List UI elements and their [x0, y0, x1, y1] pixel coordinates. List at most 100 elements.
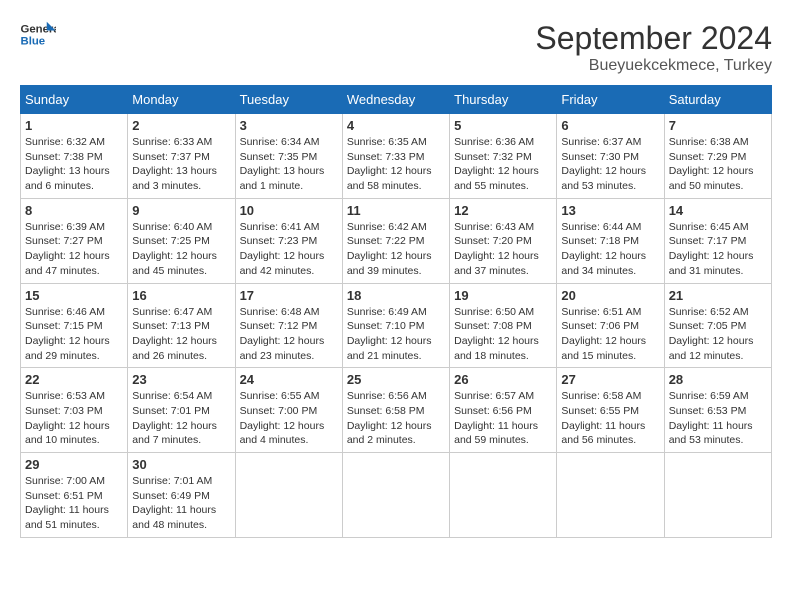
day-number: 16 — [132, 288, 230, 303]
day-of-week-header: Wednesday — [342, 86, 449, 114]
calendar-cell: 12 Sunrise: 6:43 AMSunset: 7:20 PMDayligh… — [450, 198, 557, 283]
calendar-cell: 7 Sunrise: 6:38 AMSunset: 7:29 PMDaylight… — [664, 114, 771, 199]
day-info: Sunrise: 6:56 AMSunset: 6:58 PMDaylight:… — [347, 389, 445, 448]
day-info: Sunrise: 6:34 AMSunset: 7:35 PMDaylight:… — [240, 135, 338, 194]
day-info: Sunrise: 6:40 AMSunset: 7:25 PMDaylight:… — [132, 220, 230, 279]
calendar-cell: 29Sunrise: 7:00 AMSunset: 6:51 PMDayligh… — [21, 453, 128, 538]
calendar-cell: 17 Sunrise: 6:48 AMSunset: 7:12 PMDayligh… — [235, 283, 342, 368]
calendar-cell: 8 Sunrise: 6:39 AMSunset: 7:27 PMDaylight… — [21, 198, 128, 283]
day-of-week-header: Friday — [557, 86, 664, 114]
logo: General Blue — [20, 20, 56, 48]
calendar-cell: 28 Sunrise: 6:59 AMSunset: 6:53 PMDayligh… — [664, 368, 771, 453]
day-number: 21 — [669, 288, 767, 303]
day-number: 9 — [132, 203, 230, 218]
calendar-cell: 2 Sunrise: 6:33 AMSunset: 7:37 PMDaylight… — [128, 114, 235, 199]
day-of-week-header: Thursday — [450, 86, 557, 114]
day-info: Sunrise: 6:45 AMSunset: 7:17 PMDaylight:… — [669, 220, 767, 279]
day-number: 14 — [669, 203, 767, 218]
calendar-cell: 5 Sunrise: 6:36 AMSunset: 7:32 PMDaylight… — [450, 114, 557, 199]
day-info: Sunrise: 6:47 AMSunset: 7:13 PMDaylight:… — [132, 305, 230, 364]
day-info: Sunrise: 6:35 AMSunset: 7:33 PMDaylight:… — [347, 135, 445, 194]
calendar-cell: 18Sunrise: 6:49 AMSunset: 7:10 PMDayligh… — [342, 283, 449, 368]
day-info: Sunrise: 6:52 AMSunset: 7:05 PMDaylight:… — [669, 305, 767, 364]
day-of-week-header: Saturday — [664, 86, 771, 114]
calendar-table: SundayMondayTuesdayWednesdayThursdayFrid… — [20, 85, 772, 538]
logo-icon: General Blue — [20, 20, 56, 48]
calendar-cell: 11Sunrise: 6:42 AMSunset: 7:22 PMDayligh… — [342, 198, 449, 283]
day-info: Sunrise: 6:46 AMSunset: 7:15 PMDaylight:… — [25, 305, 123, 364]
day-number: 4 — [347, 118, 445, 133]
calendar-cell: 26 Sunrise: 6:57 AMSunset: 6:56 PMDayligh… — [450, 368, 557, 453]
day-info: Sunrise: 6:55 AMSunset: 7:00 PMDaylight:… — [240, 389, 338, 448]
day-number: 24 — [240, 372, 338, 387]
day-number: 23 — [132, 372, 230, 387]
day-number: 25 — [347, 372, 445, 387]
calendar-cell: 20Sunrise: 6:51 AMSunset: 7:06 PMDayligh… — [557, 283, 664, 368]
day-info: Sunrise: 6:36 AMSunset: 7:32 PMDaylight:… — [454, 135, 552, 194]
day-info: Sunrise: 6:33 AMSunset: 7:37 PMDaylight:… — [132, 135, 230, 194]
calendar-cell: 10Sunrise: 6:41 AMSunset: 7:23 PMDayligh… — [235, 198, 342, 283]
calendar-cell: 13 Sunrise: 6:44 AMSunset: 7:18 PMDayligh… — [557, 198, 664, 283]
day-number: 6 — [561, 118, 659, 133]
day-number: 3 — [240, 118, 338, 133]
day-number: 18 — [347, 288, 445, 303]
calendar-cell: 19 Sunrise: 6:50 AMSunset: 7:08 PMDayligh… — [450, 283, 557, 368]
day-of-week-header: Tuesday — [235, 86, 342, 114]
day-number: 19 — [454, 288, 552, 303]
day-number: 28 — [669, 372, 767, 387]
calendar-week-row: 15 Sunrise: 6:46 AMSunset: 7:15 PMDayligh… — [21, 283, 772, 368]
calendar-week-row: 1 Sunrise: 6:32 AMSunset: 7:38 PMDaylight… — [21, 114, 772, 199]
calendar-week-row: 29Sunrise: 7:00 AMSunset: 6:51 PMDayligh… — [21, 453, 772, 538]
day-info: Sunrise: 6:37 AMSunset: 7:30 PMDaylight:… — [561, 135, 659, 194]
calendar-cell: 23 Sunrise: 6:54 AMSunset: 7:01 PMDayligh… — [128, 368, 235, 453]
day-number: 26 — [454, 372, 552, 387]
day-info: Sunrise: 7:01 AMSunset: 6:49 PMDaylight:… — [132, 474, 230, 533]
day-info: Sunrise: 6:50 AMSunset: 7:08 PMDaylight:… — [454, 305, 552, 364]
calendar-cell: 1 Sunrise: 6:32 AMSunset: 7:38 PMDaylight… — [21, 114, 128, 199]
day-number: 22 — [25, 372, 123, 387]
day-number: 29 — [25, 457, 123, 472]
svg-text:Blue: Blue — [21, 36, 46, 48]
day-info: Sunrise: 6:51 AMSunset: 7:06 PMDaylight:… — [561, 305, 659, 364]
day-info: Sunrise: 6:39 AMSunset: 7:27 PMDaylight:… — [25, 220, 123, 279]
day-info: Sunrise: 6:58 AMSunset: 6:55 PMDaylight:… — [561, 389, 659, 448]
days-header-row: SundayMondayTuesdayWednesdayThursdayFrid… — [21, 86, 772, 114]
day-number: 12 — [454, 203, 552, 218]
calendar-cell: 6 Sunrise: 6:37 AMSunset: 7:30 PMDaylight… — [557, 114, 664, 199]
day-info: Sunrise: 6:59 AMSunset: 6:53 PMDaylight:… — [669, 389, 767, 448]
day-info: Sunrise: 6:44 AMSunset: 7:18 PMDaylight:… — [561, 220, 659, 279]
day-number: 17 — [240, 288, 338, 303]
calendar-cell — [664, 453, 771, 538]
day-number: 13 — [561, 203, 659, 218]
title-area: September 2024 Bueyuekcekmece, Turkey — [535, 20, 772, 75]
calendar-cell: 16 Sunrise: 6:47 AMSunset: 7:13 PMDayligh… — [128, 283, 235, 368]
day-number: 5 — [454, 118, 552, 133]
calendar-cell: 3 Sunrise: 6:34 AMSunset: 7:35 PMDaylight… — [235, 114, 342, 199]
page-header: General Blue September 2024 Bueyuekcekme… — [20, 20, 772, 75]
calendar-cell: 22Sunrise: 6:53 AMSunset: 7:03 PMDayligh… — [21, 368, 128, 453]
day-number: 27 — [561, 372, 659, 387]
day-info: Sunrise: 6:57 AMSunset: 6:56 PMDaylight:… — [454, 389, 552, 448]
day-info: Sunrise: 6:43 AMSunset: 7:20 PMDaylight:… — [454, 220, 552, 279]
day-number: 2 — [132, 118, 230, 133]
day-info: Sunrise: 6:41 AMSunset: 7:23 PMDaylight:… — [240, 220, 338, 279]
day-number: 11 — [347, 203, 445, 218]
day-of-week-header: Monday — [128, 86, 235, 114]
day-info: Sunrise: 6:54 AMSunset: 7:01 PMDaylight:… — [132, 389, 230, 448]
calendar-cell: 14 Sunrise: 6:45 AMSunset: 7:17 PMDayligh… — [664, 198, 771, 283]
day-info: Sunrise: 6:38 AMSunset: 7:29 PMDaylight:… — [669, 135, 767, 194]
calendar-cell: 4 Sunrise: 6:35 AMSunset: 7:33 PMDaylight… — [342, 114, 449, 199]
day-number: 7 — [669, 118, 767, 133]
month-title: September 2024 — [535, 20, 772, 57]
day-info: Sunrise: 6:32 AMSunset: 7:38 PMDaylight:… — [25, 135, 123, 194]
day-number: 8 — [25, 203, 123, 218]
day-number: 15 — [25, 288, 123, 303]
calendar-cell — [235, 453, 342, 538]
day-info: Sunrise: 6:48 AMSunset: 7:12 PMDaylight:… — [240, 305, 338, 364]
calendar-week-row: 22Sunrise: 6:53 AMSunset: 7:03 PMDayligh… — [21, 368, 772, 453]
calendar-cell — [342, 453, 449, 538]
calendar-cell: 30 Sunrise: 7:01 AMSunset: 6:49 PMDayligh… — [128, 453, 235, 538]
calendar-cell: 9 Sunrise: 6:40 AMSunset: 7:25 PMDaylight… — [128, 198, 235, 283]
day-number: 30 — [132, 457, 230, 472]
day-number: 1 — [25, 118, 123, 133]
